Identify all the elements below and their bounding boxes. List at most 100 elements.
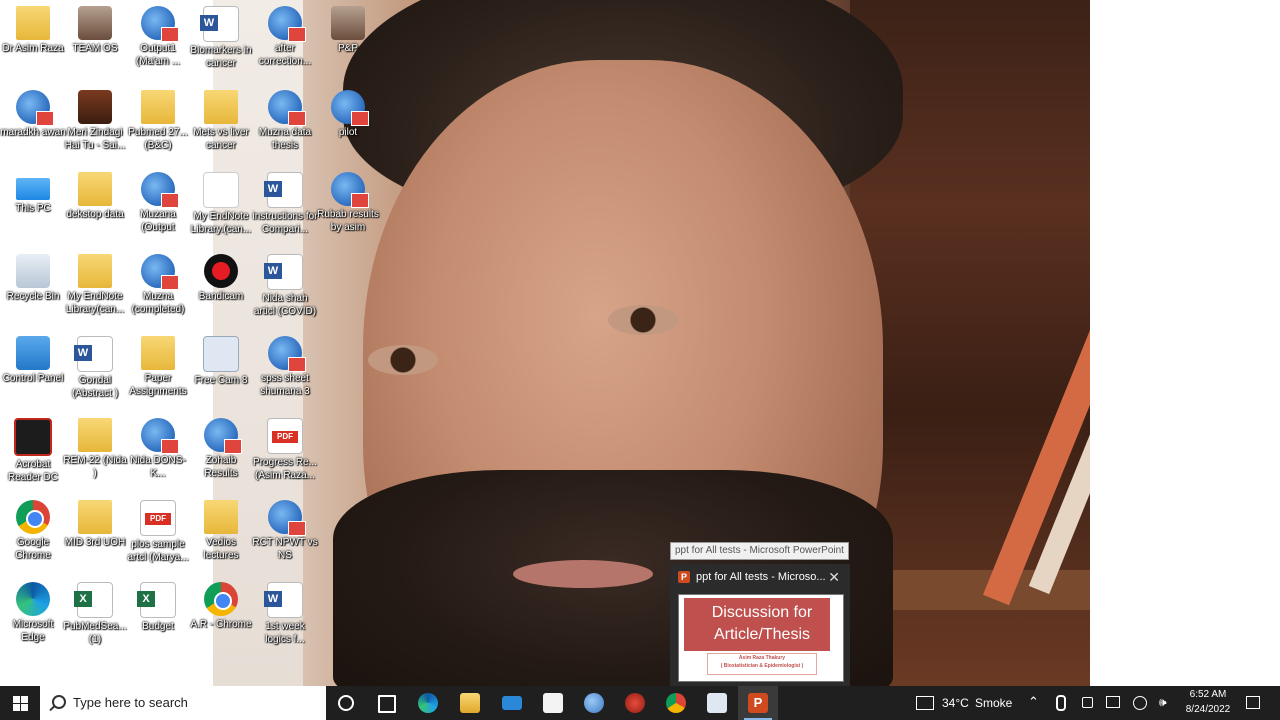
desktop-icon[interactable]: TEAM OS	[62, 2, 128, 82]
spss-icon	[331, 172, 369, 208]
volume-icon[interactable]: 🕪	[1159, 695, 1167, 710]
desktop-icon[interactable]: Muzna (completed)	[125, 250, 191, 330]
desktop-icon-label: maradkh awan	[0, 127, 66, 138]
taskbar-store[interactable]	[533, 686, 573, 720]
film-icon	[78, 90, 112, 124]
desktop-icon-label: Microsoft Edge	[12, 619, 54, 643]
taskbar-mail[interactable]	[492, 686, 532, 720]
chrome-icon	[666, 693, 686, 713]
freecam-icon	[203, 336, 239, 372]
desktop-icon[interactable]: MID 3rd UOH	[62, 496, 128, 576]
desktop-icon[interactable]: P&P	[315, 2, 381, 82]
taskbar-image-viewer[interactable]	[697, 686, 737, 720]
desktop-icon[interactable]: Dr Asim Raza	[0, 2, 66, 82]
taskbar-powerpoint[interactable]: P	[738, 686, 778, 720]
desktop-icon-label: Gondal (Abstract )	[71, 375, 119, 399]
desktop-icon-label: Rubab results by asim	[317, 209, 379, 233]
desktop-icon[interactable]: Pubmed 27... (B&C)	[125, 86, 191, 166]
desktop-icon[interactable]: Meri Zindagi Hai Tu - Sai...	[62, 86, 128, 166]
desktop-icon[interactable]: dekstop data	[62, 168, 128, 248]
weather-desc[interactable]: Smoke	[975, 696, 1012, 710]
desktop-icon[interactable]: pilot	[315, 86, 381, 166]
news-widget-icon[interactable]	[916, 696, 934, 710]
taskbar-chrome[interactable]	[656, 686, 696, 720]
desktop-icon-label: MID 3rd UOH	[64, 537, 126, 548]
clock-time[interactable]: 6:52 AM	[1178, 689, 1238, 700]
taskbar-edge[interactable]	[408, 686, 448, 720]
globe-icon	[584, 693, 604, 713]
notifications-icon[interactable]	[1246, 696, 1260, 709]
desktop-icon[interactable]: REM-22 (Nida )	[62, 414, 128, 494]
desktop-icon[interactable]: Free Cam 8	[188, 332, 254, 412]
excel-icon	[137, 582, 176, 618]
desktop-icon-label: plos sample artcl (Marya...	[127, 539, 189, 563]
desktop-icon-label: Paper Assignments	[129, 373, 187, 397]
desktop-icon[interactable]: PubMedSea... (1)	[62, 578, 128, 658]
desktop-icon[interactable]: instructions for Compari...	[252, 168, 318, 248]
acrobat-icon	[14, 418, 52, 456]
slide-preview[interactable]: Discussion for Article/Thesis Asim Raza …	[678, 594, 844, 682]
network-globe-icon[interactable]	[1133, 696, 1147, 710]
taskbar-file-explorer[interactable]	[450, 686, 490, 720]
desktop-icon[interactable]: Control Panel	[0, 332, 66, 412]
desktop-icon[interactable]: Budget	[125, 578, 191, 658]
desktop-icon[interactable]: Output1 (Ma'am ...	[125, 2, 191, 82]
app-tray-icon[interactable]	[1082, 697, 1093, 708]
desktop-icon[interactable]: Zohaib Results	[188, 414, 254, 494]
start-button[interactable]	[0, 686, 40, 720]
desktop-icon-label: Acrobat Reader DC	[7, 459, 59, 483]
desktop-icon[interactable]: Muzna data thesis	[252, 86, 318, 166]
clock-date[interactable]: 8/24/2022	[1178, 704, 1238, 715]
close-icon[interactable]: ✕	[828, 569, 840, 585]
desktop-icon[interactable]: Gondal (Abstract )	[62, 332, 128, 412]
desktop-icon[interactable]: Bandicam	[188, 250, 254, 330]
spss-icon	[331, 90, 369, 126]
desktop-icon[interactable]: My EndNote Library.(can...	[188, 168, 254, 248]
desktop-icon[interactable]: maradkh awan	[0, 86, 66, 166]
spss-icon	[141, 418, 179, 454]
search-placeholder: Type here to search	[73, 695, 188, 710]
taskbar-globe-app[interactable]	[574, 686, 614, 720]
desktop-icon-label: Zohaib Results	[204, 455, 238, 479]
desktop-icon-label: Muzna (completed)	[131, 291, 185, 315]
desktop-icon[interactable]: A.R - Chrome	[188, 578, 254, 658]
desktop-icon[interactable]: Recycle Bin	[0, 250, 66, 330]
desktop-icon[interactable]: Nida DONS-K...	[125, 414, 191, 494]
desktop-icon[interactable]: My EndNote Library(can...	[62, 250, 128, 330]
folder-icon	[460, 693, 480, 713]
desktop-icon[interactable]: Vedios lectures	[188, 496, 254, 576]
desktop-icon[interactable]: Microsoft Edge	[0, 578, 66, 658]
desktop-icon-label: REM-22 (Nida )	[63, 455, 127, 479]
desktop-icon[interactable]: plos sample artcl (Marya...	[125, 496, 191, 576]
desktop-icon[interactable]: RCT NPWT vs NS	[252, 496, 318, 576]
taskbar-game-app[interactable]	[615, 686, 655, 720]
desktop-icon[interactable]: Rubab results by asim	[315, 168, 381, 248]
desktop-icon[interactable]: 1st week logics f...	[252, 578, 318, 658]
desktop-icon[interactable]: Progress Re... (Asim Raza...	[252, 414, 318, 494]
desktop-icon[interactable]: Biomarkers in cancer	[188, 2, 254, 82]
search-box[interactable]: Type here to search	[40, 686, 326, 720]
wallpaper-portrait-mouth	[513, 560, 653, 588]
taskbar-thumbnail-preview[interactable]: P ppt for All tests - Microso... ✕ Discu…	[670, 564, 850, 686]
word-icon	[264, 582, 303, 618]
onedrive-icon[interactable]	[1106, 696, 1120, 708]
desktop-icon[interactable]: Google Chrome	[0, 496, 66, 576]
desktop-icon-label: Mets vs liver cancer	[193, 127, 249, 151]
desktop-icon[interactable]: Nida shah articl (COVID)	[252, 250, 318, 330]
pdf-icon	[267, 418, 303, 454]
desktop-icon-label: My EndNote Library(can...	[65, 291, 125, 315]
desktop-icon[interactable]: Muzana (Output	[125, 168, 191, 248]
spss-icon	[268, 6, 306, 42]
task-view-button[interactable]	[366, 686, 406, 720]
desktop-icon[interactable]: spss sheet shumana 3	[252, 332, 318, 412]
desktop-icon[interactable]: This PC	[0, 168, 66, 248]
weather-temp[interactable]: 34°C	[942, 696, 969, 710]
desktop-icon[interactable]: Paper Assignments	[125, 332, 191, 412]
chevron-up-icon[interactable]: ⌃	[1028, 694, 1039, 710]
cortana-button[interactable]	[326, 686, 366, 720]
desktop-icon[interactable]: after correction...	[252, 2, 318, 82]
microphone-icon[interactable]	[1056, 695, 1066, 711]
desktop-icon[interactable]: Mets vs liver cancer	[188, 86, 254, 166]
folder-icon	[204, 500, 238, 534]
desktop-icon[interactable]: Acrobat Reader DC	[0, 414, 66, 494]
